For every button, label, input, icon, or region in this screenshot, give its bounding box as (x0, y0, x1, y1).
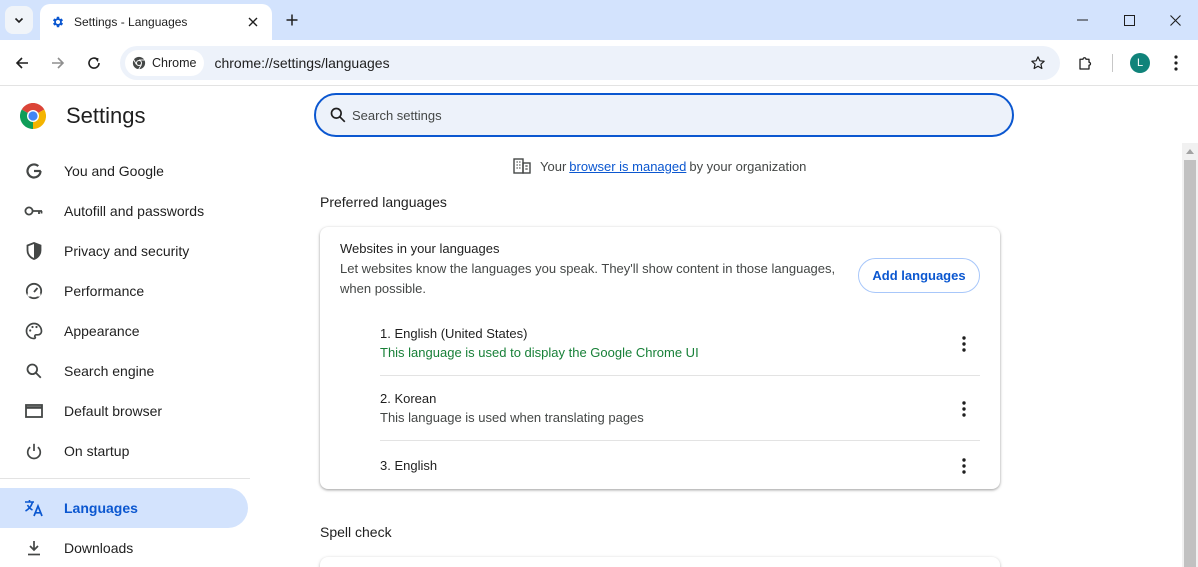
power-icon (24, 441, 44, 461)
browser-toolbar: Chrome chrome://settings/languages L (0, 40, 1198, 86)
managed-suffix: by your organization (689, 158, 807, 174)
row-divider (380, 440, 980, 441)
sidebar-item-downloads[interactable]: Downloads (0, 528, 248, 567)
language-note: This language is used when translating p… (380, 410, 644, 425)
language-more-actions-icon[interactable] (952, 332, 976, 356)
settings-gear-icon (50, 14, 66, 30)
tab-search-button[interactable] (5, 6, 33, 34)
sidebar-item-privacy[interactable]: Privacy and security (0, 231, 248, 271)
language-row: 3. English (380, 458, 980, 474)
sidebar-item-you-and-google[interactable]: You and Google (0, 151, 248, 191)
language-name: 1. English (United States) (380, 326, 528, 341)
chrome-menu-kebab-icon[interactable] (1162, 49, 1190, 77)
minimize-icon[interactable] (1059, 0, 1105, 40)
browser-managed-link[interactable]: browser is managed (569, 159, 686, 174)
active-tab[interactable]: Settings - Languages (40, 4, 272, 40)
language-name: 3. English (380, 458, 438, 473)
sidebar-item-label: Performance (64, 283, 145, 299)
building-icon (512, 156, 532, 176)
spell-check-heading: Spell check (320, 524, 392, 540)
download-icon (24, 538, 44, 558)
sidebar-item-label: Autofill and passwords (64, 203, 205, 219)
sidebar-item-label: Privacy and security (64, 243, 190, 259)
chip-label: Chrome (152, 56, 197, 70)
maximize-icon[interactable] (1106, 0, 1152, 40)
spell-check-card (320, 557, 1000, 567)
language-row: 2. Korean This language is used when tra… (380, 391, 980, 425)
sidebar-item-label: Default browser (64, 403, 163, 419)
title-bar: Settings - Languages (0, 0, 1198, 40)
tab-title: Settings - Languages (74, 15, 188, 29)
search-input[interactable] (352, 107, 952, 123)
preferred-languages-heading: Preferred languages (320, 194, 447, 210)
back-arrow-icon[interactable] (8, 49, 36, 77)
sidebar-item-label: Downloads (64, 540, 134, 556)
settings-sidebar: Settings You and Google Autofill and pas… (0, 87, 260, 567)
key-icon (24, 201, 44, 221)
sidebar-item-label: You and Google (64, 163, 164, 179)
avatar: L (1130, 53, 1150, 73)
managed-notice: Your browser is managed by your organiza… (512, 156, 806, 176)
window-close-icon[interactable] (1152, 0, 1198, 40)
chevron-down-icon (14, 17, 24, 24)
add-languages-button[interactable]: Add languages (858, 258, 980, 293)
sidebar-item-label: On startup (64, 443, 130, 459)
speedometer-icon (24, 281, 44, 301)
search-icon (24, 361, 44, 381)
card-header: Websites in your languages Let websites … (340, 241, 840, 299)
scroll-up-arrow-icon[interactable] (1182, 143, 1198, 159)
settings-brand: Settings (20, 103, 146, 129)
reload-icon[interactable] (80, 49, 108, 77)
translate-icon (24, 498, 44, 518)
chrome-color-logo-icon (20, 103, 46, 129)
google-g-icon (24, 161, 44, 181)
new-tab-plus-icon[interactable] (280, 8, 304, 32)
card-title: Websites in your languages (340, 241, 500, 256)
site-info-chip[interactable]: Chrome (125, 50, 205, 76)
sidebar-item-performance[interactable]: Performance (0, 271, 248, 311)
sidebar-item-languages[interactable]: Languages (0, 488, 248, 528)
sidebar-item-default-browser[interactable]: Default browser (0, 391, 248, 431)
sidebar-item-label: Languages (64, 500, 138, 516)
url-text[interactable]: chrome://settings/languages (214, 55, 1024, 71)
profile-avatar-button[interactable]: L (1126, 49, 1154, 77)
bookmark-star-icon[interactable] (1024, 49, 1052, 77)
shield-icon (24, 241, 44, 261)
scrollbar-thumb[interactable] (1184, 160, 1196, 567)
sidebar-item-autofill[interactable]: Autofill and passwords (0, 191, 248, 231)
row-divider (380, 375, 980, 376)
sidebar-item-label: Appearance (64, 323, 140, 339)
sidebar-item-appearance[interactable]: Appearance (0, 311, 248, 351)
managed-prefix: Your (540, 158, 567, 174)
search-icon (330, 107, 346, 123)
languages-card: Websites in your languages Let websites … (320, 227, 1000, 489)
settings-title: Settings (66, 103, 146, 128)
address-bar[interactable]: Chrome chrome://settings/languages (120, 46, 1060, 80)
chrome-logo-icon (131, 55, 147, 71)
forward-arrow-icon[interactable] (44, 49, 72, 77)
sidebar-item-label: Search engine (64, 363, 155, 379)
language-more-actions-icon[interactable] (952, 397, 976, 421)
language-row: 1. English (United States) This language… (380, 326, 980, 360)
language-name: 2. Korean (380, 391, 437, 406)
sidebar-divider (0, 478, 250, 479)
sidebar-item-search-engine[interactable]: Search engine (0, 351, 248, 391)
card-description: Let websites know the languages you spea… (340, 261, 836, 296)
sidebar-item-on-startup[interactable]: On startup (0, 431, 248, 471)
palette-icon (24, 321, 44, 341)
extensions-puzzle-icon[interactable] (1072, 49, 1100, 77)
language-more-actions-icon[interactable] (952, 454, 976, 478)
toolbar-divider (1112, 54, 1113, 72)
tab-close-icon[interactable] (244, 13, 262, 31)
settings-search-box[interactable] (314, 93, 1014, 137)
language-note: This language is used to display the Goo… (380, 345, 699, 360)
browser-window-icon (24, 401, 44, 421)
